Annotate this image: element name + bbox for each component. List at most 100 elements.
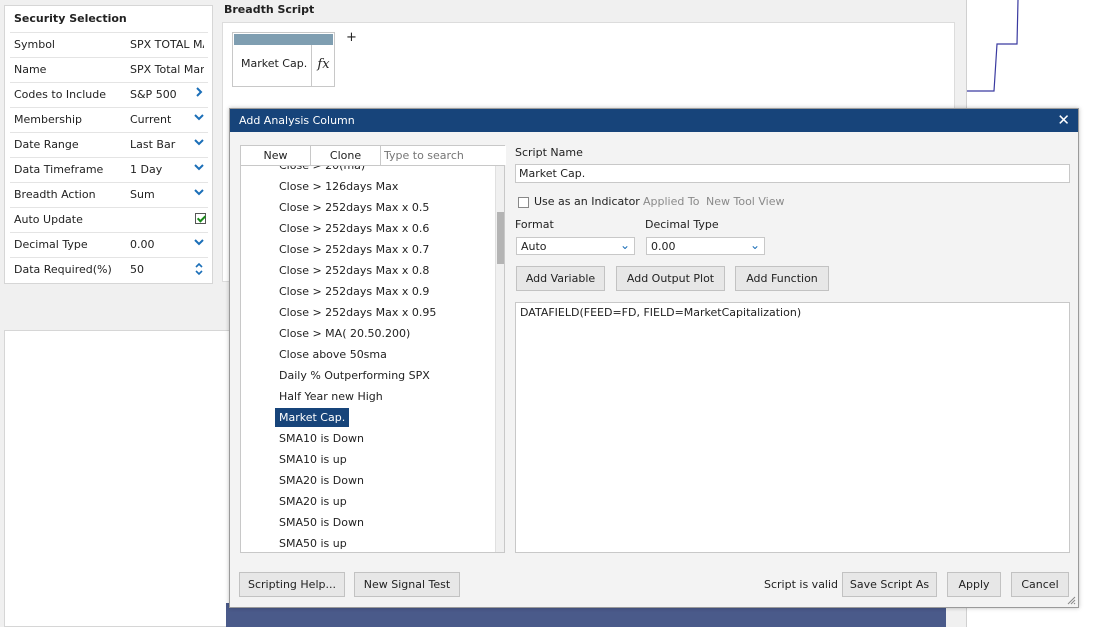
- list-item[interactable]: SMA50 is up: [241, 533, 497, 552]
- property-value: SPX Total Mark: [130, 63, 204, 76]
- property-row-auto-update[interactable]: Auto Update: [10, 207, 208, 232]
- tab-clone[interactable]: Clone: [311, 146, 381, 165]
- auto-update-checkbox[interactable]: [195, 213, 206, 224]
- list-item-label: Daily % Outperforming SPX: [279, 369, 430, 382]
- list-item-label: Close > 252days Max x 0.6: [279, 222, 430, 235]
- list-item[interactable]: SMA10 is up: [241, 449, 497, 470]
- script-name-input[interactable]: [515, 164, 1070, 183]
- script-code-editor[interactable]: DATAFIELD(FEED=FD, FIELD=MarketCapitaliz…: [515, 302, 1070, 553]
- list-item[interactable]: SMA50 is Down: [241, 512, 497, 533]
- new-signal-test-button[interactable]: New Signal Test: [354, 572, 460, 597]
- list-item[interactable]: SMA10 is Down: [241, 428, 497, 449]
- list-scrollbar[interactable]: [495, 166, 504, 552]
- cancel-button[interactable]: Cancel: [1011, 572, 1069, 597]
- property-label: Name: [14, 63, 47, 76]
- decimal-type-label: Decimal Type: [645, 218, 719, 231]
- script-tab-market-cap[interactable]: Market Cap. fx: [232, 32, 335, 87]
- list-item-label: Market Cap.: [275, 408, 350, 427]
- list-item-label: Close > 252days Max x 0.9: [279, 285, 430, 298]
- chevron-down-icon: ⌄: [619, 238, 630, 252]
- list-item[interactable]: Close > 252days Max x 0.8: [241, 260, 497, 281]
- decimal-type-select-value: 0.00: [651, 240, 676, 253]
- property-row-symbol[interactable]: Symbol SPX TOTAL MA: [10, 32, 208, 57]
- format-select-value: Auto: [521, 240, 547, 253]
- property-row-data-required[interactable]: Data Required(%) 50: [10, 257, 208, 282]
- save-script-as-button[interactable]: Save Script As: [842, 572, 937, 597]
- list-item[interactable]: Close > MA( 20.50.200): [241, 323, 497, 344]
- script-name-label: Script Name: [515, 146, 583, 159]
- script-list: Close > 20(ma) Close > 126days Max Close >…: [241, 166, 497, 552]
- add-analysis-column-dialog: Add Analysis Column ✕ New Clone Close > …: [229, 108, 1079, 608]
- dialog-titlebar: Add Analysis Column ✕: [230, 109, 1078, 132]
- list-item[interactable]: Close > 20(ma): [241, 166, 497, 176]
- property-label: Data Required(%): [14, 263, 112, 276]
- list-item[interactable]: SMA20 is up: [241, 491, 497, 512]
- property-label: Breadth Action: [14, 188, 96, 201]
- list-item-label: Close > 252days Max x 0.8: [279, 264, 430, 277]
- list-item[interactable]: Close > 252days Max x 0.6: [241, 218, 497, 239]
- scripting-help-button[interactable]: Scripting Help...: [239, 572, 345, 597]
- close-icon[interactable]: ✕: [1057, 111, 1070, 129]
- add-output-plot-button[interactable]: Add Output Plot: [616, 266, 725, 291]
- chevron-down-icon[interactable]: [192, 112, 206, 126]
- list-item-label: Half Year new High: [279, 390, 383, 403]
- add-variable-button[interactable]: Add Variable: [516, 266, 605, 291]
- chart-line: [967, 0, 1019, 92]
- chevron-down-icon[interactable]: [192, 137, 206, 151]
- list-item-label: SMA20 is up: [279, 495, 347, 508]
- list-item[interactable]: Close > 252days Max x 0.5: [241, 197, 497, 218]
- apply-button[interactable]: Apply: [947, 572, 1001, 597]
- list-item-label: Close > 252days Max x 0.95: [279, 306, 437, 319]
- list-item[interactable]: Close > 252days Max x 0.9: [241, 281, 497, 302]
- property-row-codes-to-include[interactable]: Codes to Include S&P 500: [10, 82, 208, 107]
- fx-icon[interactable]: fx: [311, 45, 335, 86]
- use-as-indicator-label: Use as an Indicator: [534, 195, 640, 208]
- property-row-decimal-type[interactable]: Decimal Type 0.00: [10, 232, 208, 257]
- script-list-box: New Clone Close > 20(ma) Close > 126days …: [240, 145, 506, 553]
- search-input[interactable]: [381, 146, 506, 165]
- use-as-indicator-checkbox[interactable]: [518, 197, 529, 208]
- chevron-down-icon[interactable]: [192, 237, 206, 251]
- breadth-script-title: Breadth Script: [224, 3, 315, 16]
- property-label: Codes to Include: [14, 88, 106, 101]
- list-item[interactable]: Close > 252days Max x 0.95: [241, 302, 497, 323]
- list-item-label: SMA50 is up: [279, 537, 347, 550]
- chevron-right-icon[interactable]: [192, 87, 206, 101]
- property-value: SPX TOTAL MA: [130, 38, 204, 51]
- security-selection-panel: Security Selection Symbol SPX TOTAL MA Nam…: [4, 5, 213, 284]
- property-row-data-timeframe[interactable]: Data Timeframe 1 Day: [10, 157, 208, 182]
- add-script-button[interactable]: +: [346, 30, 357, 45]
- property-row-date-range[interactable]: Date Range Last Bar: [10, 132, 208, 157]
- property-row-membership[interactable]: Membership Current: [10, 107, 208, 132]
- list-item-label: SMA10 is up: [279, 453, 347, 466]
- list-item[interactable]: SMA20 is Down: [241, 470, 497, 491]
- decimal-type-select[interactable]: 0.00 ⌄: [646, 237, 765, 255]
- script-status-text: Script is valid: [764, 578, 839, 591]
- list-item[interactable]: Close > 126days Max: [241, 176, 497, 197]
- list-item[interactable]: Half Year new High: [241, 386, 497, 407]
- list-item-label: SMA20 is Down: [279, 474, 364, 487]
- resize-grip-icon[interactable]: [1066, 595, 1076, 605]
- list-item[interactable]: Close above 50sma: [241, 344, 497, 365]
- format-label: Format: [515, 218, 554, 231]
- property-label: Symbol: [14, 38, 55, 51]
- script-tab-label: Market Cap.: [241, 57, 308, 70]
- tab-new[interactable]: New: [241, 146, 311, 165]
- security-selection-title: Security Selection: [14, 12, 127, 25]
- scrollbar-thumb[interactable]: [497, 212, 504, 264]
- list-item-label: Close > 126days Max: [279, 180, 399, 193]
- list-item-label: Close > 252days Max x 0.7: [279, 243, 430, 256]
- list-item-label: Close above 50sma: [279, 348, 387, 361]
- chevron-down-icon[interactable]: [192, 187, 206, 201]
- list-item[interactable]: Close > 252days Max x 0.7: [241, 239, 497, 260]
- add-function-button[interactable]: Add Function: [735, 266, 829, 291]
- spinner-icon[interactable]: [192, 262, 206, 276]
- property-row-breadth-action[interactable]: Breadth Action Sum: [10, 182, 208, 207]
- chevron-down-icon[interactable]: [192, 162, 206, 176]
- list-item[interactable]: Daily % Outperforming SPX: [241, 365, 497, 386]
- dialog-title: Add Analysis Column: [239, 114, 355, 127]
- property-row-name[interactable]: Name SPX Total Mark: [10, 57, 208, 82]
- format-select[interactable]: Auto ⌄: [516, 237, 635, 255]
- property-label: Decimal Type: [14, 238, 88, 251]
- list-item[interactable]: Market Cap.: [241, 407, 497, 428]
